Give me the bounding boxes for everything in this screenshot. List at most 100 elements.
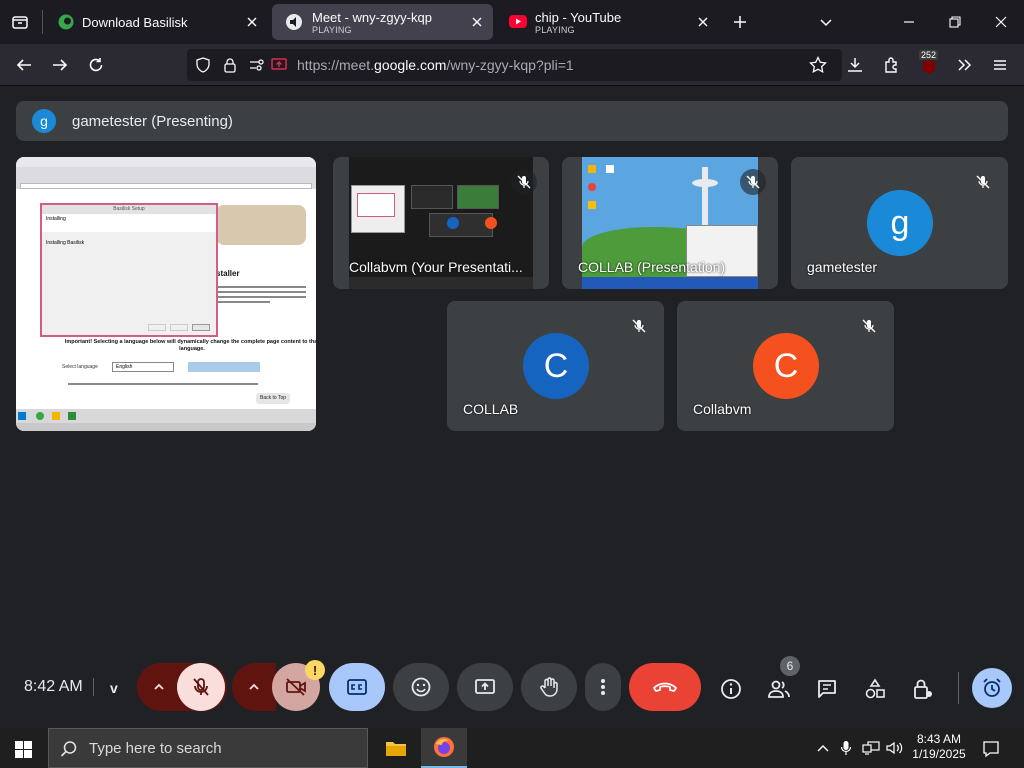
tab-title: chip - YouTube [535,9,622,25]
present-icon [475,679,495,694]
activities-button[interactable] [861,675,889,703]
shared-screen-tile[interactable]: staller Basilisk Setup Installing Instal… [16,157,316,431]
presenter-avatar: g [32,109,56,133]
firefox-view-icon[interactable] [8,10,32,34]
tray-overflow-icon[interactable] [814,739,832,757]
more-tools-icon[interactable] [952,53,976,77]
url-bar[interactable]: https://meet.google.com/wny-zgyy-kqp?pli… [187,49,842,81]
url-prefix: https://meet. [297,57,375,73]
participant-tile-gametester[interactable]: g gametester [791,157,1008,289]
taskbar-clock[interactable]: 8:43 AM 1/19/2025 [908,732,970,762]
participant-tile-collabvm[interactable]: C Collabvm [677,301,894,431]
mic-muted-indicator [740,169,766,195]
downloads-icon[interactable] [843,53,867,77]
list-all-tabs-icon[interactable] [814,10,838,34]
setup-dialog-title: Basilisk Setup [42,205,216,214]
remote-page-banner [216,205,306,245]
reload-icon[interactable] [84,53,108,77]
network-icon[interactable] [861,739,881,757]
language-submit [188,362,260,372]
timer-button[interactable] [972,668,1012,708]
close-tab-icon[interactable] [469,14,485,30]
setup-cancel-button [192,324,210,331]
screen-sharing-indicator-icon[interactable] [269,55,289,75]
leave-call-button[interactable] [629,663,701,711]
volume-icon[interactable] [885,739,905,757]
back-icon[interactable] [12,53,36,77]
close-window-icon[interactable] [989,10,1013,34]
url-path: /wny-zgyy-kqp?pli=1 [446,57,574,73]
host-controls-button[interactable] [909,675,937,703]
tab-strip: Download Basilisk Meet - wny-zgyy-kqp PL… [0,0,1024,44]
taskbar-search-box[interactable]: Type here to search [48,728,368,768]
back-to-top-button: Back to Top [256,393,291,404]
url-text[interactable]: https://meet.google.com/wny-zgyy-kqp?pli… [297,57,574,73]
participant-name: gametester [807,259,878,275]
url-domain: google.com [374,57,447,73]
setup-next-button [170,324,188,331]
mic-muted-indicator [511,169,537,195]
lock-icon[interactable] [220,55,240,75]
permissions-icon[interactable] [247,55,267,75]
camera-warning-badge: ! [305,660,325,680]
chat-button[interactable] [813,675,841,703]
bookmark-star-icon[interactable] [806,53,830,77]
extension-badge: 252 [919,50,939,60]
activities-icon [865,678,885,699]
tab-title: Download Basilisk [82,14,188,30]
new-tab-icon[interactable] [728,10,752,34]
windows-start-icon[interactable] [12,738,34,760]
file-explorer-icon[interactable] [378,728,414,768]
participant-name: Collabvm (Your Presentati... [349,259,523,275]
closed-captions-icon [347,679,367,695]
language-label: Select language [62,364,98,370]
firefox-taskbar-icon[interactable] [421,728,467,768]
mic-off-icon [193,678,209,696]
windows-taskbar: Type here to search 8:43 AM 1/19/2025 [0,728,1024,768]
audio-options-button[interactable] [137,663,181,711]
presenting-label: gametester (Presenting) [72,113,233,130]
microphone-toggle-button[interactable] [177,663,225,711]
close-tab-icon[interactable] [695,14,711,30]
video-options-button[interactable] [232,663,276,711]
basilisk-favicon [58,14,74,30]
tab-youtube[interactable]: chip - YouTube PLAYING [497,4,719,40]
presenting-banner: g gametester (Presenting) [16,101,1008,141]
participant-tile-collabvm-presentation[interactable]: Collabvm (Your Presentati... [333,157,549,289]
restore-icon[interactable] [943,10,967,34]
info-icon [721,679,741,699]
mic-muted-indicator [970,169,996,195]
tracking-shield-icon[interactable] [193,55,213,75]
close-tab-icon[interactable] [244,14,260,30]
remote-url-bar [20,183,312,189]
meeting-details-button[interactable] [717,675,745,703]
minimize-icon[interactable] [897,10,921,34]
installer-heading: staller [216,269,240,278]
tab-playing-label: PLAYING [535,24,575,35]
extensions-icon[interactable] [880,53,904,77]
people-button[interactable] [765,675,793,703]
present-screen-button[interactable] [457,663,513,711]
notifications-icon[interactable] [980,738,1002,760]
hand-icon [540,677,558,697]
navigation-toolbar: https://meet.google.com/wny-zgyy-kqp?pli… [0,44,1024,86]
captions-button[interactable] [329,663,385,711]
tab-meet[interactable]: Meet - wny-zgyy-kqp PLAYING [272,4,493,40]
taskbar-date: 1/19/2025 [912,747,966,761]
tab-download-basilisk[interactable]: Download Basilisk [46,4,268,40]
controls-divider [958,672,959,704]
raise-hand-button[interactable] [521,663,577,711]
microphone-tray-icon[interactable] [837,739,855,757]
remote-taskbar [16,409,316,423]
more-vert-icon [601,679,605,695]
meet-favicon-audio [286,14,302,30]
chat-icon [818,680,836,698]
participant-tile-collab[interactable]: C COLLAB [447,301,664,431]
more-options-button[interactable] [585,663,621,711]
participant-tile-collab-presentation[interactable]: COLLAB (Presentation) [562,157,778,289]
forward-icon[interactable] [48,53,72,77]
app-menu-icon[interactable] [988,53,1012,77]
reactions-button[interactable] [393,663,449,711]
participant-avatar: g [867,190,933,256]
mic-muted-indicator [626,313,652,339]
